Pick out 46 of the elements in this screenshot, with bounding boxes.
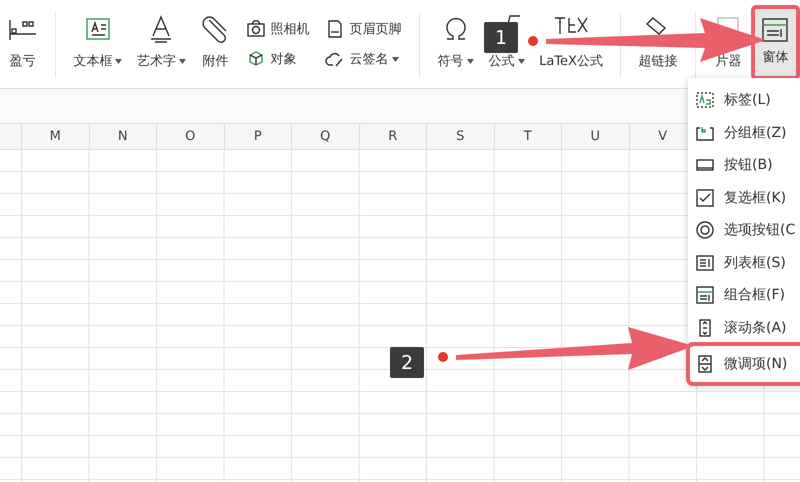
toolbar-button[interactable]: 超链接	[638, 52, 678, 70]
dropdown-caret-icon	[115, 58, 122, 64]
menu-item[interactable]: 列表框(S)	[688, 246, 800, 279]
dropdown-caret-icon	[466, 58, 474, 64]
combo-box-icon	[696, 286, 714, 304]
menu-item[interactable]: 微调项(N)	[688, 344, 800, 384]
menu-item[interactable]: 标签(L)	[688, 84, 800, 116]
toolbar-button[interactable]: LaTeX公式	[539, 52, 603, 70]
toolbar-button[interactable]: 片器	[715, 52, 742, 70]
menu-item[interactable]: 选项按钮(C	[688, 214, 800, 246]
toolbar-button[interactable]: 文本框	[73, 52, 122, 70]
column-header[interactable]: U	[562, 124, 630, 150]
list-box-icon	[696, 254, 714, 272]
toolbar-button[interactable]: 对象	[246, 49, 310, 69]
toolbar-button[interactable]: 附件	[202, 52, 229, 70]
step-tooltip: 2	[390, 347, 424, 378]
toolbar-button[interactable]: 页眉页脚	[325, 19, 402, 39]
column-header[interactable]: M	[22, 124, 90, 150]
column-header[interactable]: R	[360, 124, 427, 150]
menu-item[interactable]: 滚动条(A)	[688, 312, 800, 344]
toolbar-button[interactable]: 照相机	[246, 19, 310, 39]
toolbar-button[interactable]: 窗体	[750, 5, 800, 80]
toolbar-button[interactable]: 公式	[488, 52, 525, 70]
menu-item[interactable]: 复选框(K)	[688, 182, 800, 214]
step-tooltip: 1	[484, 22, 518, 53]
spinner-icon	[696, 355, 714, 373]
column-header[interactable]: N	[90, 124, 157, 150]
toolbar-button[interactable]: 盈亏	[10, 52, 36, 70]
toolbar-button[interactable]: 符号	[438, 52, 474, 70]
camera-icon	[246, 19, 266, 39]
menu-item[interactable]: 按钮(B)	[688, 149, 800, 182]
column-header[interactable]: S	[427, 124, 494, 150]
toolbar-button[interactable]: 艺术字	[136, 52, 186, 70]
menu-item[interactable]: 组合框(F)	[688, 279, 800, 312]
column-header[interactable]: Q	[292, 124, 360, 150]
radio-icon	[696, 221, 714, 240]
column-header[interactable]: T	[494, 124, 562, 150]
label-icon	[696, 91, 714, 110]
dropdown-caret-icon	[178, 58, 186, 64]
checkbox-icon	[696, 188, 714, 207]
cell-grid[interactable]	[0, 150, 800, 482]
dropdown-caret-icon	[392, 56, 400, 62]
column-header[interactable]: O	[157, 124, 224, 150]
toolbar-button[interactable]: 云签名	[325, 49, 402, 69]
dropdown-caret-icon	[518, 58, 525, 64]
column-header[interactable]: P	[224, 124, 292, 150]
